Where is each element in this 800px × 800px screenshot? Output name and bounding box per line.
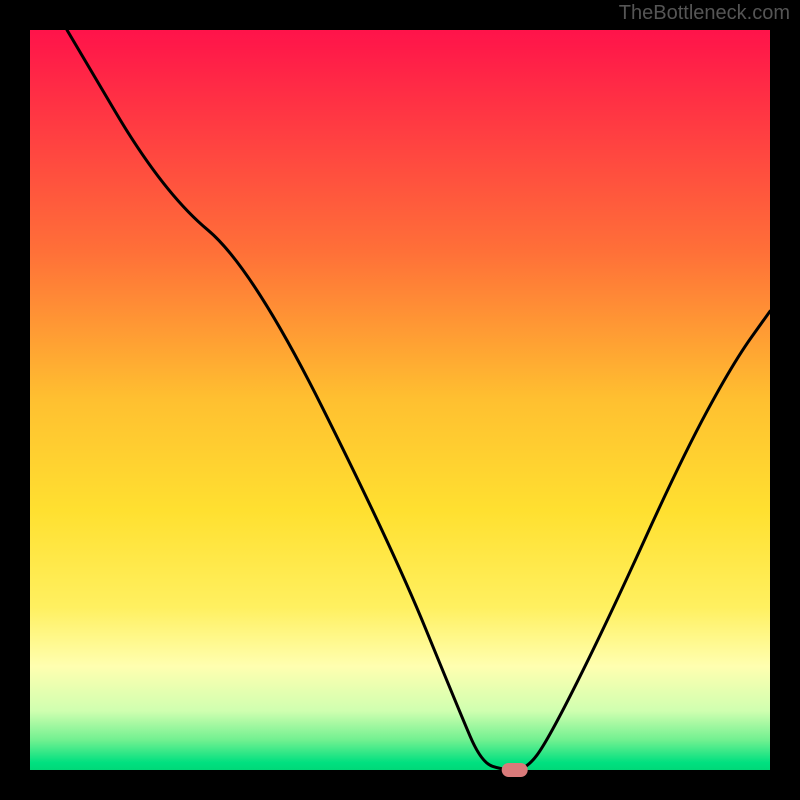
bottleneck-chart — [0, 0, 800, 800]
optimal-marker — [502, 763, 528, 777]
attribution-text: TheBottleneck.com — [619, 2, 790, 25]
chart-container: TheBottleneck.com — [0, 0, 800, 800]
plot-background — [30, 30, 770, 770]
